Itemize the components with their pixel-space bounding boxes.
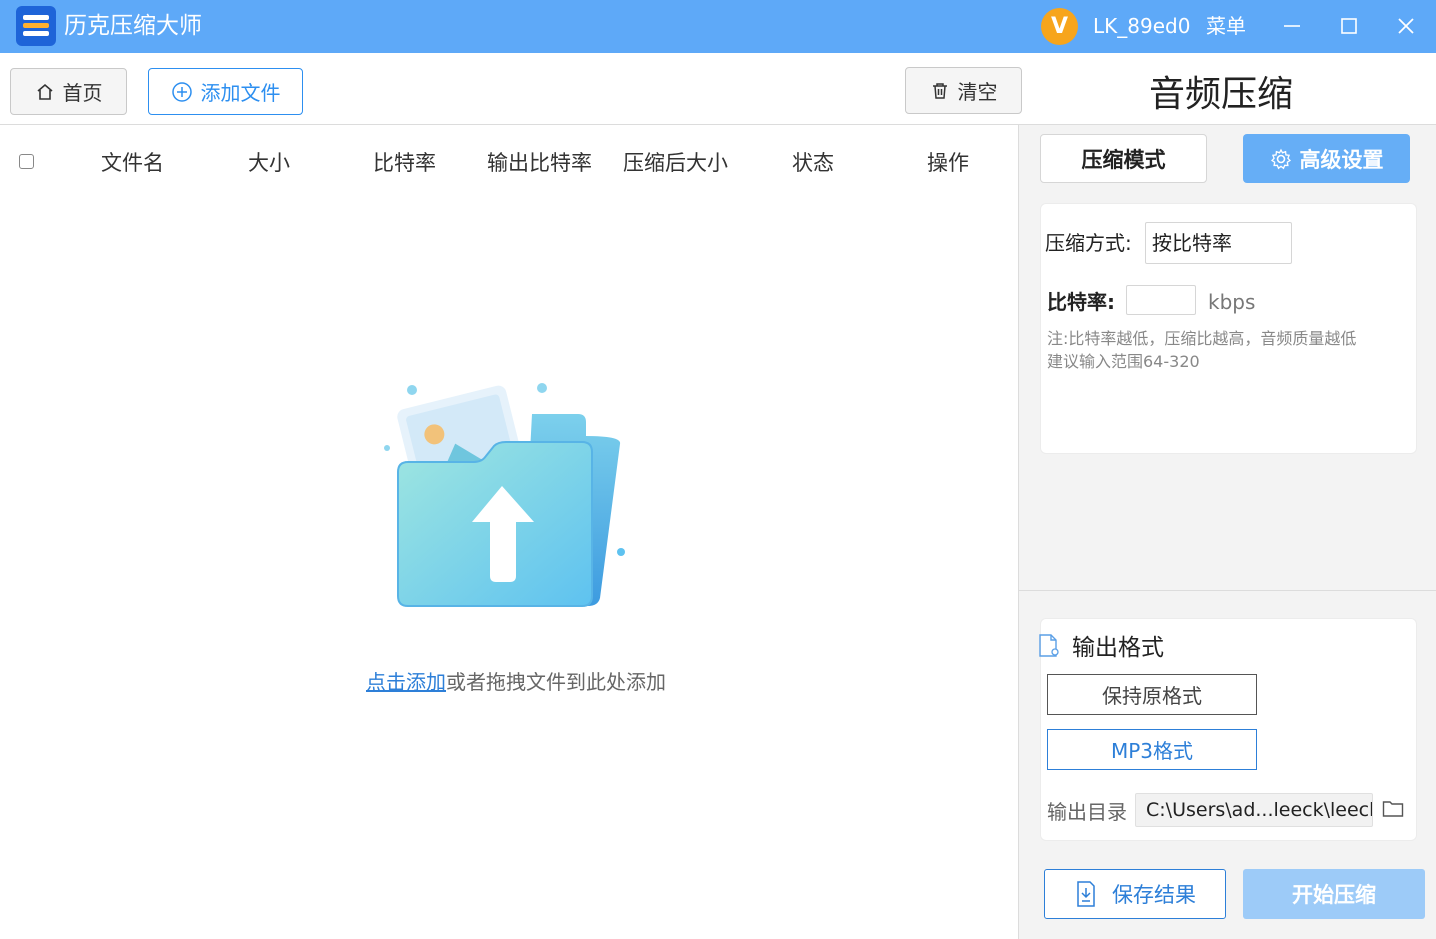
title-bar: 历克压缩大师 V LK_89ed0 菜单 <box>0 0 1436 53</box>
save-icon <box>1077 881 1095 907</box>
select-all-checkbox[interactable] <box>19 154 34 169</box>
click-to-add-link[interactable]: 点击添加 <box>366 670 446 694</box>
tab-advanced-settings-label: 高级设置 <box>1299 147 1384 172</box>
mp3-format-button[interactable]: MP3格式 <box>1047 729 1257 770</box>
close-icon <box>1398 18 1414 34</box>
close-button[interactable] <box>1388 8 1424 44</box>
tab-compression-mode-label: 压缩模式 <box>1081 147 1166 172</box>
maximize-button[interactable] <box>1331 8 1367 44</box>
tab-advanced-settings[interactable]: 高级设置 <box>1243 134 1410 183</box>
column-header-compressed-size[interactable]: 压缩后大小 <box>623 148 728 178</box>
column-header-actions[interactable]: 操作 <box>927 148 969 178</box>
bitrate-label: 比特率: <box>1047 290 1115 314</box>
start-compression-label: 开始压缩 <box>1292 883 1376 907</box>
file-format-icon <box>1039 634 1059 657</box>
page-title: 音频压缩 <box>1148 74 1293 115</box>
section-divider <box>1019 590 1436 591</box>
username[interactable]: LK_89ed0 <box>1093 12 1190 40</box>
maximize-icon <box>1341 18 1357 34</box>
clear-button[interactable]: 清空 <box>905 67 1022 114</box>
compression-method-select[interactable]: 按比特率 <box>1145 222 1292 264</box>
start-compression-button[interactable]: 开始压缩 <box>1243 869 1425 919</box>
tab-compression-mode[interactable]: 压缩模式 <box>1040 134 1207 183</box>
trash-icon <box>932 82 947 99</box>
save-result-button[interactable]: 保存结果 <box>1044 869 1226 919</box>
save-result-label: 保存结果 <box>1112 883 1196 907</box>
bitrate-range-hint: 建议输入范围64-320 <box>1047 352 1200 371</box>
app-title: 历克压缩大师 <box>64 13 202 39</box>
minimize-icon <box>1284 25 1300 27</box>
home-label: 首页 <box>62 81 103 105</box>
plus-circle-icon <box>171 81 192 102</box>
gear-icon <box>1270 148 1291 169</box>
column-header-bitrate[interactable]: 比特率 <box>373 148 436 178</box>
add-file-label: 添加文件 <box>200 81 281 105</box>
column-header-status[interactable]: 状态 <box>792 148 834 178</box>
add-file-button[interactable]: 添加文件 <box>148 68 303 115</box>
bitrate-unit: kbps <box>1208 290 1256 314</box>
output-format-title: 输出格式 <box>1072 635 1164 661</box>
bitrate-input[interactable] <box>1126 285 1196 315</box>
column-header-size[interactable]: 大小 <box>248 148 290 178</box>
panel-divider <box>1018 124 1019 939</box>
column-header-filename[interactable]: 文件名 <box>101 148 164 178</box>
drop-hint: 点击添加或者拖拽文件到此处添加 <box>366 668 666 696</box>
home-icon <box>36 83 53 100</box>
bitrate-note: 注:比特率越低，压缩比越高，音频质量越低 <box>1047 329 1357 348</box>
app-logo <box>16 6 56 46</box>
minimize-button[interactable] <box>1274 8 1310 44</box>
home-button[interactable]: 首页 <box>10 68 127 115</box>
output-dir-label: 输出目录 <box>1047 800 1127 824</box>
upload-folder-icon[interactable] <box>382 376 632 616</box>
clear-label: 清空 <box>957 80 998 104</box>
column-header-output-bitrate[interactable]: 输出比特率 <box>487 148 592 178</box>
menu-button[interactable]: 菜单 <box>1206 12 1246 40</box>
output-dir-field[interactable]: C:\Users\ad...leeck\leeck <box>1135 793 1373 827</box>
drop-hint-text: 或者拖拽文件到此处添加 <box>446 670 666 694</box>
vip-badge[interactable]: V <box>1041 8 1078 45</box>
compression-method-label: 压缩方式: <box>1045 231 1132 255</box>
folder-icon[interactable] <box>1382 799 1404 819</box>
keep-original-format-button[interactable]: 保持原格式 <box>1047 674 1257 715</box>
